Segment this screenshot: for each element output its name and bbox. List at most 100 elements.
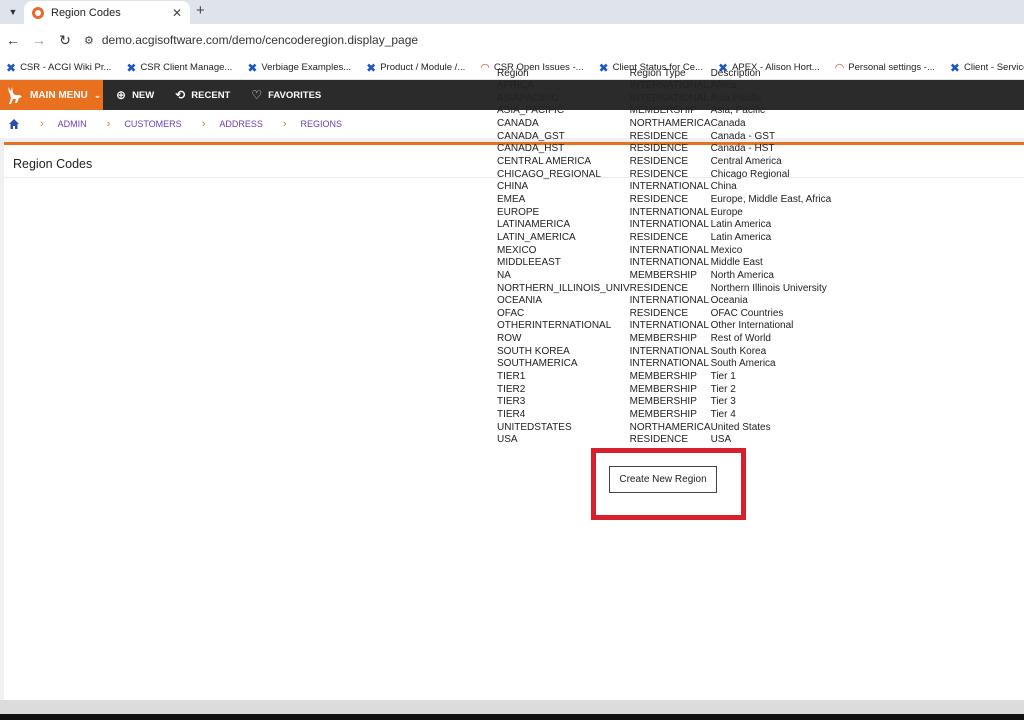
bookmark-item[interactable]: ✖ CSR Client Manage...: [126, 61, 232, 75]
create-new-region-button[interactable]: Create New Region: [609, 466, 717, 493]
back-arrow-icon[interactable]: ←: [0, 27, 26, 53]
breadcrumb-admin[interactable]: ADMIN: [58, 119, 87, 129]
main-menu-label: MAIN MENU: [30, 89, 88, 101]
region-code-link[interactable]: TIER3: [497, 396, 630, 409]
region-code-link[interactable]: CENTRAL AMERICA: [497, 156, 630, 169]
region-code-link[interactable]: TIER2: [497, 384, 630, 397]
favorites-button[interactable]: ♡ FAVORITES: [251, 88, 321, 102]
description-cell: Europe, Middle East, Africa: [710, 193, 832, 205]
table-row: ASIA_PACIFIC MEMBERSHIP Asia, Pacific: [497, 105, 851, 118]
table-row: NORTHERN_ILLINOIS_UNIV RESIDENCE Northern …: [497, 283, 851, 296]
bookmark-label: CSR Client Manage...: [140, 62, 233, 73]
bookmark-item[interactable]: ✖ Verbiage Examples...: [247, 61, 351, 75]
region-code-link[interactable]: CANADA_HST: [497, 143, 630, 156]
region-code-link[interactable]: TIER1: [497, 371, 630, 384]
region-type-cell: NORTHAMERICA: [629, 421, 711, 433]
table-row: EMEA RESIDENCE Europe, Middle East, Africa: [497, 194, 851, 207]
region-code-link[interactable]: NA: [497, 270, 630, 283]
site-favicon-icon: [32, 6, 44, 19]
url-field[interactable]: ⚙ demo.acgisoftware.com/demo/cencoderegi…: [84, 27, 418, 53]
main-menu-button[interactable]: MAIN MENU ⌄: [0, 80, 103, 110]
description-cell: Middle East: [710, 257, 763, 269]
x-logo-icon: ✖: [247, 60, 258, 75]
region-code-link[interactable]: SOUTH KOREA: [497, 346, 630, 359]
region-code-link[interactable]: LATIN_AMERICA: [497, 232, 630, 245]
breadcrumb-regions[interactable]: REGIONS: [301, 119, 343, 129]
tab-search-chevron-icon[interactable]: ▼: [4, 3, 22, 21]
region-code-link[interactable]: USA: [497, 434, 630, 447]
x-logo-icon: ✖: [6, 60, 17, 75]
region-code-link[interactable]: CHICAGO_REGIONAL: [497, 169, 630, 182]
description-cell: Rest of World: [710, 333, 771, 345]
breadcrumb-address[interactable]: ADDRESS: [219, 119, 263, 129]
new-label: NEW: [132, 89, 155, 101]
home-icon[interactable]: [8, 118, 20, 130]
description-cell: South America: [710, 358, 776, 370]
table-row: ASIAPACIFIC INTERNATIONAL Asia Pacific: [497, 93, 851, 106]
region-code-link[interactable]: OTHERINTERNATIONAL: [497, 320, 630, 333]
region-code-link[interactable]: MEXICO: [497, 245, 630, 258]
region-code-link[interactable]: ASIAPACIFIC: [497, 93, 630, 106]
bookmark-item[interactable]: ✖ CSR - ACGI Wiki Pr...: [6, 61, 111, 75]
description-cell: USA: [710, 434, 732, 446]
region-type-cell: RESIDENCE: [629, 434, 688, 446]
new-tab-plus-icon[interactable]: +: [196, 2, 205, 19]
tab-title: Region Codes: [51, 6, 121, 19]
browser-tab[interactable]: Region Codes ✕: [24, 1, 190, 24]
description-cell: Other International: [710, 320, 794, 332]
region-type-cell: RESIDENCE: [629, 130, 688, 142]
region-code-link[interactable]: CANADA_GST: [497, 131, 630, 144]
table-row: CHINA INTERNATIONAL China: [497, 181, 851, 194]
chevron-right-icon: ›: [282, 118, 287, 130]
region-code-link[interactable]: MIDDLEEAST: [497, 257, 630, 270]
description-cell: OFAC Countries: [710, 307, 784, 319]
table-row: MIDDLEEAST INTERNATIONAL Middle East: [497, 257, 851, 270]
description-cell: South Korea: [710, 345, 767, 357]
region-code-link[interactable]: ASIA_PACIFIC: [497, 105, 630, 118]
bookmark-label: Verbiage Examples...: [261, 62, 352, 73]
breadcrumb-customers[interactable]: CUSTOMERS: [124, 119, 181, 129]
region-table: Region Region Type Description AFRICA INT…: [497, 67, 851, 447]
description-cell: Northern Illinois University: [710, 282, 827, 294]
region-code-link[interactable]: EMEA: [497, 194, 630, 207]
region-code-link[interactable]: CHINA: [497, 181, 630, 194]
table-row: AFRICA INTERNATIONAL Africa: [497, 80, 851, 93]
region-code-link[interactable]: OCEANIA: [497, 295, 630, 308]
table-row: CANADA NORTHAMERICA Canada: [497, 118, 851, 131]
region-code-link[interactable]: UNITEDSTATES: [497, 422, 630, 435]
table-row: NA MEMBERSHIP North America: [497, 270, 851, 283]
forward-arrow-icon[interactable]: →: [26, 27, 52, 53]
heart-icon: ♡: [251, 88, 263, 102]
bookmark-item[interactable]: ✖ Product / Module /...: [366, 61, 465, 75]
region-code-link[interactable]: NORTHERN_ILLINOIS_UNIV: [497, 283, 630, 296]
region-type-cell: RESIDENCE: [629, 282, 688, 294]
region-type-cell: RESIDENCE: [629, 193, 688, 205]
close-tab-icon[interactable]: ✕: [172, 6, 182, 20]
table-row: TIER1 MEMBERSHIP Tier 1: [497, 371, 851, 384]
bookmark-item[interactable]: ✖Client - Service Pac...: [950, 61, 1024, 75]
url-text[interactable]: demo.acgisoftware.com/demo/cencoderegion…: [102, 33, 418, 47]
description-cell: North America: [710, 269, 774, 281]
browser-tab-bar: ▼ Region Codes ✕ +: [0, 0, 1024, 24]
table-row: TIER3 MEMBERSHIP Tier 3: [497, 396, 851, 409]
region-code-link[interactable]: LATINAMERICA: [497, 219, 630, 232]
description-cell: Asia Pacific: [710, 92, 763, 104]
region-code-link[interactable]: EUROPE: [497, 207, 630, 220]
recent-button[interactable]: ⟲ RECENT: [175, 88, 230, 102]
description-cell: Tier 1: [710, 371, 736, 383]
region-code-link[interactable]: ROW: [497, 333, 630, 346]
new-button[interactable]: ⊕ NEW: [116, 88, 154, 102]
region-code-link[interactable]: CANADA: [497, 118, 630, 131]
region-code-link[interactable]: TIER4: [497, 409, 630, 422]
recent-label: RECENT: [191, 89, 231, 101]
site-info-icon[interactable]: ⚙: [84, 34, 94, 47]
reload-icon[interactable]: ↻: [52, 27, 78, 53]
chevron-right-icon: ›: [40, 118, 44, 130]
description-cell: United States: [710, 421, 771, 433]
description-cell: Tier 2: [710, 383, 736, 395]
description-cell: Oceania: [710, 295, 748, 307]
region-code-link[interactable]: AFRICA: [497, 80, 630, 93]
region-code-link[interactable]: OFAC: [497, 308, 630, 321]
region-code-link[interactable]: SOUTHAMERICA: [497, 358, 630, 371]
region-type-cell: MEMBERSHIP: [629, 333, 697, 345]
